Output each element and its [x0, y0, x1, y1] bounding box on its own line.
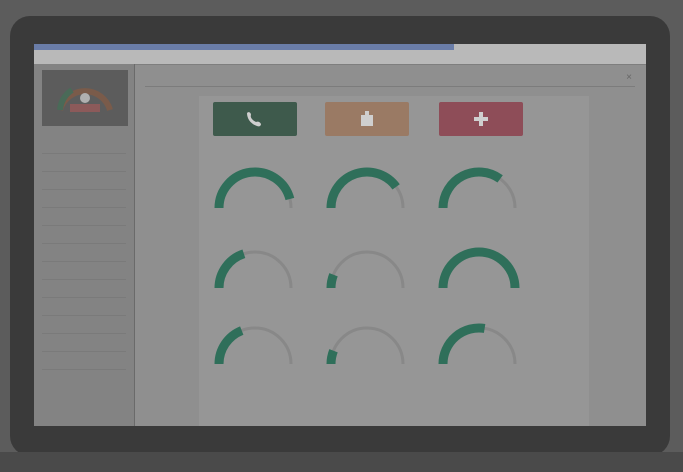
- sidebar-item[interactable]: [42, 319, 126, 334]
- sidebar-item[interactable]: [42, 337, 126, 352]
- gauge-chart: [326, 250, 405, 289]
- gauge-fill: [438, 167, 503, 209]
- kpi-button-phone[interactable]: [213, 102, 297, 136]
- sidebar: [34, 64, 135, 426]
- sidebar-item[interactable]: [42, 157, 126, 172]
- gauge-fill: [214, 167, 295, 209]
- gauge-track: [329, 250, 405, 289]
- sidebar-item[interactable]: [42, 283, 126, 298]
- sidebar-item[interactable]: [42, 139, 126, 154]
- main-header: ×: [145, 72, 635, 87]
- gauge: [317, 158, 427, 236]
- gauge-chart: [326, 326, 405, 365]
- main-content: ×: [135, 64, 646, 426]
- gauge-fill: [438, 323, 486, 365]
- gauge-chart: [438, 247, 520, 289]
- title-accent: [34, 44, 454, 50]
- sidebar-item[interactable]: [42, 211, 126, 226]
- box-icon: [361, 111, 373, 126]
- gauge-chart: [326, 167, 405, 209]
- gauge: [429, 158, 539, 236]
- title-bar: [34, 44, 646, 65]
- phone-icon: [247, 112, 261, 127]
- logo: [42, 70, 128, 126]
- gauge-fill: [438, 247, 520, 289]
- gauge: [317, 314, 427, 392]
- sidebar-item[interactable]: [42, 229, 126, 244]
- sidebar-item[interactable]: [42, 265, 126, 280]
- sidebar-item[interactable]: [42, 301, 126, 316]
- sidebar-menu: [34, 136, 134, 373]
- dashboard-panel: [199, 96, 589, 426]
- gauge: [429, 314, 539, 392]
- gauge: [429, 238, 539, 316]
- cross-icon: [474, 112, 488, 126]
- gauge: [317, 238, 427, 316]
- kpi-button-cross[interactable]: [439, 102, 523, 136]
- close-icon[interactable]: ×: [623, 72, 635, 84]
- gauge-chart: [214, 249, 293, 289]
- sidebar-item[interactable]: [42, 175, 126, 190]
- logo-icon: [57, 87, 113, 112]
- gauge-fill: [214, 249, 246, 289]
- gauge-fill: [326, 349, 338, 365]
- gauge-chart: [214, 326, 293, 365]
- sidebar-item[interactable]: [42, 247, 126, 262]
- sidebar-item[interactable]: [42, 193, 126, 208]
- gauge-fill: [326, 273, 338, 289]
- app-window: ×: [34, 44, 646, 426]
- gauge: [205, 314, 315, 392]
- gauge-track: [329, 326, 405, 365]
- gauge-chart: [438, 323, 517, 365]
- gauge: [205, 238, 315, 316]
- sidebar-item[interactable]: [42, 355, 126, 370]
- gauge: [205, 158, 315, 236]
- gauge-chart: [438, 167, 517, 209]
- kpi-button-box[interactable]: [325, 102, 409, 136]
- gauge-fill: [326, 167, 400, 209]
- gauge-fill: [214, 326, 244, 365]
- laptop-base: [0, 452, 683, 472]
- gauge-chart: [214, 167, 295, 209]
